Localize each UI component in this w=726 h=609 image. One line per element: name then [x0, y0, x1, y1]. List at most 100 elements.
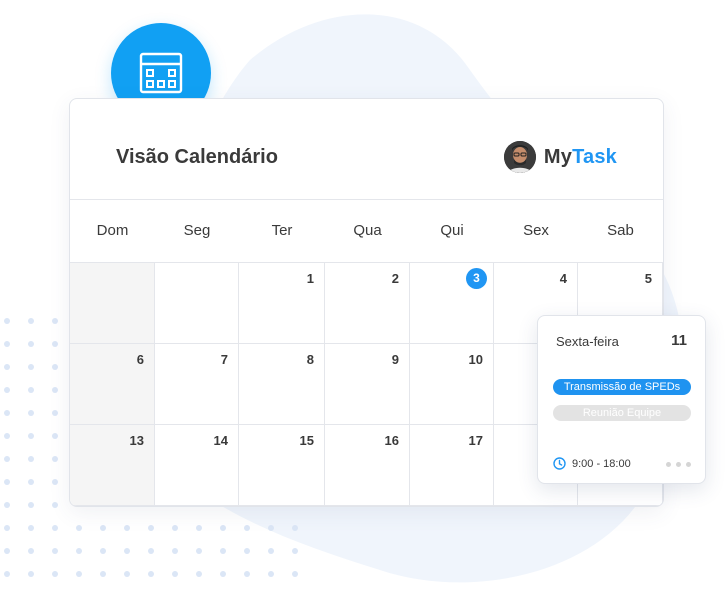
calendar-day-cell[interactable]: 13 [70, 425, 155, 506]
more-options-icon[interactable] [661, 462, 691, 467]
pattern-dot [172, 548, 178, 554]
pattern-dot [4, 410, 10, 416]
day-detail-popup[interactable]: Sexta-feira 11 Transmissão de SPEDs Reun… [537, 315, 706, 484]
calendar-day-cell[interactable]: 15 [239, 425, 325, 506]
pattern-dot [124, 525, 130, 531]
event-tag-muted[interactable]: Reunião Equipe [553, 405, 691, 421]
pattern-dot [196, 525, 202, 531]
clock-icon [553, 457, 566, 470]
pattern-dot [28, 341, 34, 347]
pattern-dot [28, 479, 34, 485]
day-number: 17 [468, 433, 483, 448]
pattern-dot [196, 571, 202, 577]
pattern-dot [28, 548, 34, 554]
weekday-header: Dom Seg Ter Qua Qui Sex Sab [70, 200, 663, 263]
day-number: 16 [384, 433, 399, 448]
today-marker: 3 [466, 268, 487, 289]
calendar-day-cell[interactable]: 14 [155, 425, 239, 506]
day-number: 15 [299, 433, 314, 448]
avatar[interactable] [503, 141, 536, 173]
pattern-dot [292, 525, 298, 531]
pattern-dot [4, 479, 10, 485]
pattern-dot [4, 548, 10, 554]
weekday-label: Dom [96, 222, 129, 239]
pattern-dot [52, 364, 58, 370]
pattern-dot [52, 502, 58, 508]
brand-logo: MyTask [503, 141, 617, 173]
day-number: 4 [559, 271, 567, 286]
pattern-dot [4, 433, 10, 439]
calendar-day-cell[interactable] [155, 263, 239, 344]
calendar-day-cell[interactable]: 2 [325, 263, 410, 344]
pattern-dot [28, 433, 34, 439]
pattern-dot [244, 525, 250, 531]
pattern-dot [28, 318, 34, 324]
pattern-dot [28, 387, 34, 393]
logo-task: Task [572, 145, 617, 168]
pattern-dot [52, 456, 58, 462]
pattern-dot [52, 479, 58, 485]
pattern-dot [148, 548, 154, 554]
calendar-day-cell[interactable] [70, 263, 155, 344]
day-number: 10 [468, 352, 483, 367]
weekday-label: Qua [353, 222, 382, 239]
pattern-dot [268, 525, 274, 531]
pattern-dot [100, 548, 106, 554]
pattern-dot [52, 318, 58, 324]
card-header: Visão Calendário MyTask [70, 99, 663, 200]
pattern-dot [292, 571, 298, 577]
pattern-dot [4, 364, 10, 370]
pattern-dot [52, 548, 58, 554]
day-number: 9 [391, 352, 399, 367]
pattern-dot [52, 571, 58, 577]
pattern-dot [4, 502, 10, 508]
calendar-day-cell[interactable]: 9 [325, 344, 410, 425]
pattern-dot [124, 548, 130, 554]
pattern-dot [4, 318, 10, 324]
pattern-dot [52, 525, 58, 531]
calendar-day-cell[interactable]: 7 [155, 344, 239, 425]
pattern-dot [100, 525, 106, 531]
weekday-label: Sex [523, 222, 549, 239]
calendar-day-cell[interactable]: 16 [325, 425, 410, 506]
pattern-dot [4, 387, 10, 393]
event-time: 9:00 - 18:00 [553, 457, 631, 470]
pattern-dot [172, 525, 178, 531]
calendar-day-cell[interactable]: 3 [410, 263, 494, 344]
pattern-dot [76, 571, 82, 577]
weekday-label: Qui [440, 222, 464, 239]
pattern-dot [244, 571, 250, 577]
day-number: 6 [136, 352, 144, 367]
event-tag-primary[interactable]: Transmissão de SPEDs [553, 379, 691, 395]
day-number: 14 [213, 433, 228, 448]
pattern-dot [52, 433, 58, 439]
popup-weekday: Sexta-feira [556, 334, 619, 349]
weekday-label: Seg [183, 222, 211, 239]
calendar-day-cell[interactable]: 6 [70, 344, 155, 425]
weekday-label: Ter [271, 222, 293, 239]
calendar-day-cell[interactable]: 10 [410, 344, 494, 425]
pattern-dot [28, 525, 34, 531]
pattern-dot [4, 571, 10, 577]
logo-my: My [543, 145, 573, 168]
calendar-day-cell[interactable]: 8 [239, 344, 325, 425]
pattern-dot [4, 456, 10, 462]
pattern-dot [52, 410, 58, 416]
calendar-day-cell[interactable]: 17 [410, 425, 494, 506]
pattern-dot [244, 548, 250, 554]
calendar-day-cell[interactable]: 1 [239, 263, 325, 344]
pattern-dot [28, 456, 34, 462]
pattern-dot [4, 525, 10, 531]
pattern-dot [52, 387, 58, 393]
pattern-dot [220, 571, 226, 577]
pattern-dot [268, 548, 274, 554]
pattern-dot [76, 548, 82, 554]
pattern-dot [148, 525, 154, 531]
pattern-dot [124, 571, 130, 577]
pattern-dot [172, 571, 178, 577]
popup-day-number: 11 [671, 332, 687, 349]
pattern-dot [220, 525, 226, 531]
weekday-label: Sab [607, 222, 634, 239]
calendar-icon [139, 52, 183, 94]
day-number: 5 [644, 271, 652, 286]
